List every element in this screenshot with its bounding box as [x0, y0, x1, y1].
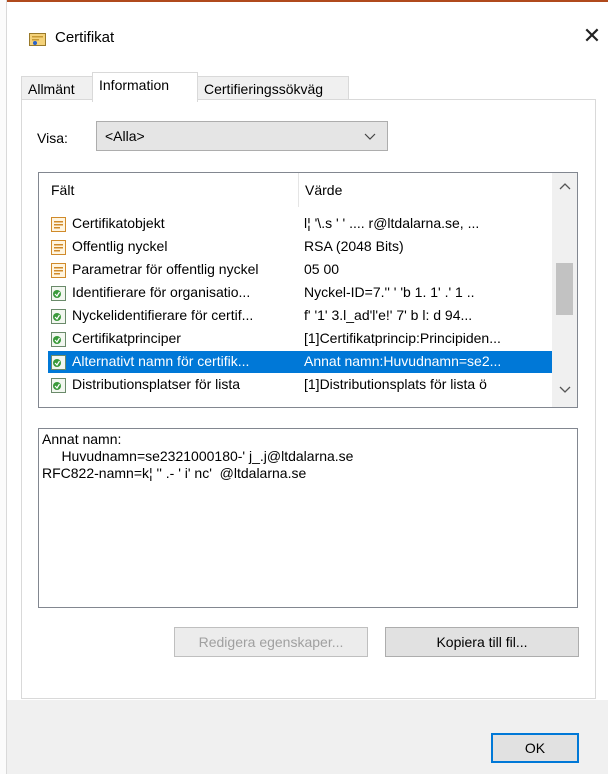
- list-item[interactable]: Distributionsplatser för lista [1]Distri…: [48, 374, 553, 396]
- field-name: Parametrar för offentlig nyckel: [72, 261, 259, 277]
- list-item[interactable]: Parametrar för offentlig nyckel 05 00: [48, 259, 553, 281]
- chevron-up-icon[interactable]: [552, 179, 577, 201]
- extension-icon: [51, 309, 66, 324]
- field-name: Offentlig nyckel: [72, 238, 168, 254]
- window-title: Certifikat: [55, 29, 115, 46]
- column-header-field[interactable]: Fält: [51, 182, 74, 198]
- tab-information[interactable]: Information: [92, 72, 198, 102]
- field-value: 05 00: [304, 261, 340, 277]
- close-button[interactable]: ✕: [577, 22, 607, 52]
- show-dropdown[interactable]: <Alla>: [96, 121, 388, 151]
- extension-icon: [51, 286, 66, 301]
- extension-icon: [51, 355, 66, 370]
- close-icon: ✕: [582, 24, 602, 49]
- ok-button[interactable]: OK: [491, 733, 579, 763]
- field-detail-textbox[interactable]: Annat namn: Huvudnamn=se2321000180-' j_.…: [38, 428, 578, 608]
- field-name: Distributionsplatser för lista: [72, 376, 241, 392]
- chevron-down-icon[interactable]: [552, 383, 577, 405]
- tab-label: Certifieringssökväg: [204, 81, 324, 97]
- field-value: RSA (2048 Bits): [304, 238, 404, 254]
- field-name: Identifierare för organisatio...: [72, 284, 251, 300]
- fields-list[interactable]: Fält Värde Certifikatobjekt l¦ '\.s ' ' …: [38, 172, 578, 408]
- copy-to-file-button[interactable]: Kopiera till fil...: [385, 627, 579, 657]
- certificate-icon: [29, 33, 46, 46]
- certificate-field-icon: [51, 217, 66, 232]
- field-value: Nyckel-ID=7.'' ' 'b 1. 1' .' 1 ..: [304, 284, 475, 300]
- list-item[interactable]: Nyckelidentifierare för certif... f' '1'…: [48, 305, 553, 327]
- list-item[interactable]: Certifikatprinciper [1]Certifikatprincip…: [48, 328, 553, 350]
- list-header: Fält Värde: [39, 173, 553, 207]
- field-name: Certifikatprinciper: [72, 330, 181, 346]
- field-value: Annat namn:Huvudnamn=se2...: [304, 353, 502, 369]
- list-scrollbar[interactable]: [552, 173, 577, 407]
- window-edge: [0, 0, 7, 774]
- show-dropdown-value: <Alla>: [105, 128, 145, 144]
- title-bar[interactable]: Certifikat ✕: [7, 2, 608, 58]
- detail-line: Annat namn:: [42, 431, 122, 447]
- field-value: [1]Distributionsplats för lista ö: [304, 376, 487, 392]
- detail-line: RFC822-namn=k¦ '' .- ' i' nc' @ltdalarna…: [42, 465, 307, 481]
- extension-icon: [51, 378, 66, 393]
- chevron-down-icon: [363, 126, 377, 149]
- field-value: [1]Certifikatprincip:Principiden...: [304, 330, 501, 346]
- extension-icon: [51, 332, 66, 347]
- certificate-field-icon: [51, 240, 66, 255]
- list-item-selected[interactable]: Alternativt namn för certifik... Annat n…: [48, 351, 553, 373]
- edit-properties-button[interactable]: Redigera egenskaper...: [174, 627, 368, 657]
- show-label: Visa:: [37, 130, 68, 146]
- tab-certification-path[interactable]: Certifieringssökväg: [197, 76, 349, 100]
- list-item[interactable]: Certifikatobjekt l¦ '\.s ' ' .... r@ltda…: [48, 213, 553, 235]
- scrollbar-thumb[interactable]: [556, 263, 573, 315]
- tab-general[interactable]: Allmänt: [21, 76, 93, 100]
- tab-label: Information: [99, 77, 170, 93]
- column-header-value[interactable]: Värde: [305, 182, 342, 198]
- field-name: Nyckelidentifierare för certif...: [72, 307, 254, 323]
- list-item[interactable]: Identifierare för organisatio... Nyckel-…: [48, 282, 553, 304]
- field-name: Alternativt namn för certifik...: [72, 353, 250, 369]
- certificate-field-icon: [51, 263, 66, 278]
- field-value: l¦ '\.s ' ' .... r@ltdalarna.se, ...: [304, 215, 480, 231]
- tab-label: Allmänt: [28, 81, 75, 97]
- field-value: f' '1' 3.l_ad'l'e!' 7' b l: d 94...: [304, 307, 473, 323]
- field-name: Certifikatobjekt: [72, 215, 165, 231]
- column-divider[interactable]: [298, 173, 299, 207]
- detail-line: Huvudnamn=se2321000180-' j_.j@ltdalarna.…: [42, 448, 354, 464]
- list-item[interactable]: Offentlig nyckel RSA (2048 Bits): [48, 236, 553, 258]
